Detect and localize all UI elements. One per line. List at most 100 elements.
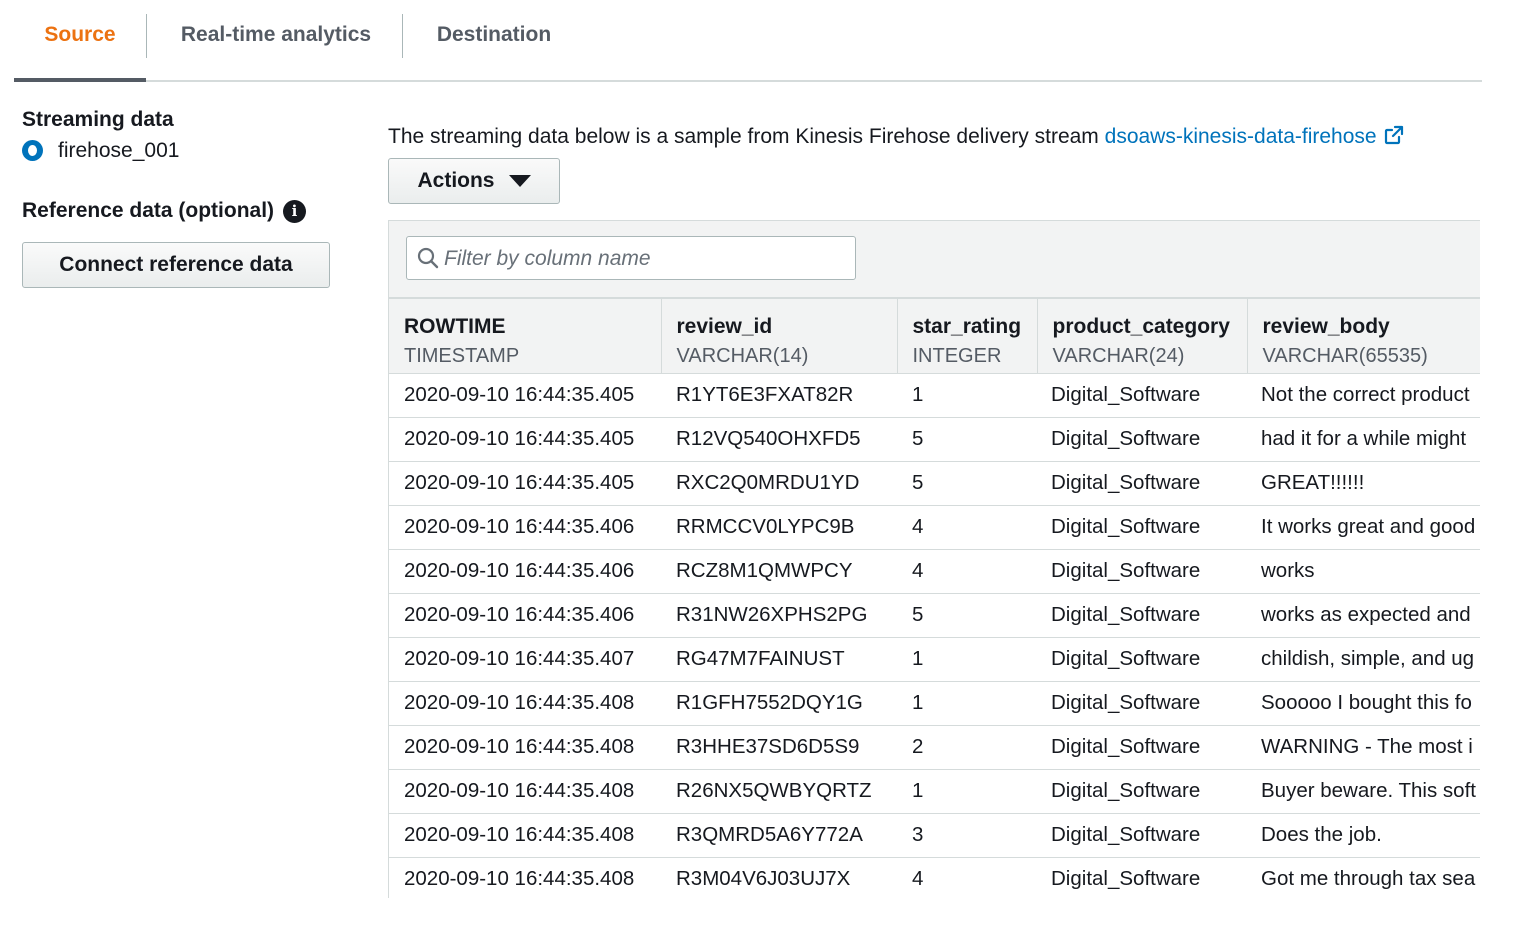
table-cell: Digital_Software: [1037, 637, 1247, 682]
stream-link[interactable]: dsoaws-kinesis-data-firehose: [1105, 125, 1405, 148]
stream-link-label[interactable]: dsoaws-kinesis-data-firehose: [1105, 125, 1377, 148]
column-name: review_id: [676, 315, 773, 338]
table-row[interactable]: 2020-09-10 16:44:35.408 R3M04V6J03UJ7X 4 Di…: [389, 857, 1480, 898]
table-cell: 2020-09-10 16:44:35.408: [389, 725, 661, 770]
table-row[interactable]: 2020-09-10 16:44:35.406 R31NW26XPHS2PG 5 Di…: [389, 593, 1480, 638]
table-cell: 2020-09-10 16:44:35.406: [389, 549, 661, 594]
table-cell: 1: [897, 637, 1037, 682]
table-cell: GREAT!!!!!!: [1247, 461, 1480, 506]
table-cell: 2020-09-10 16:44:35.405: [389, 417, 661, 462]
table-cell: RCZ8M1QMWPCY: [661, 549, 897, 594]
table-row[interactable]: 2020-09-10 16:44:35.408 R1GFH7552DQY1G 1 Di…: [389, 681, 1480, 726]
table-cell: 2020-09-10 16:44:35.405: [389, 373, 661, 418]
filter-input[interactable]: Filter by column name: [406, 236, 856, 280]
table-row[interactable]: 2020-09-10 16:44:35.407 RG47M7FAINUST 1 Dig…: [389, 637, 1480, 682]
column-type: TIMESTAMP: [404, 345, 520, 367]
table-cell: Digital_Software: [1037, 813, 1247, 858]
column-type: INTEGER: [912, 345, 1002, 367]
table-cell: RG47M7FAINUST: [661, 637, 897, 682]
actions-label: Actions: [417, 169, 495, 192]
table-cell: RRMCCV0LYPC9B: [661, 505, 897, 550]
tab-bar: Source Real-time analytics Destination: [14, 0, 1482, 82]
column-type: VARCHAR(14): [676, 345, 809, 367]
column-name: ROWTIME: [404, 315, 506, 338]
stream-description-text: The streaming data below is a sample fro…: [388, 125, 1099, 148]
filter-placeholder: Filter by column name: [444, 247, 651, 270]
table-row[interactable]: 2020-09-10 16:44:35.408 R3QMRD5A6Y772A 3 Di…: [389, 813, 1480, 858]
stream-radio-label[interactable]: firehose_001: [58, 139, 179, 163]
table-cell: Digital_Software: [1037, 593, 1247, 638]
table-row[interactable]: 2020-09-10 16:44:35.405 R12VQ540OHXFD5 5 Di…: [389, 417, 1480, 462]
column-header-review-id[interactable]: review_id VARCHAR(14): [661, 299, 898, 374]
table-header-row: ROWTIME TIMESTAMP review_id VARCHAR(14) star…: [389, 299, 1480, 374]
table-cell: Digital_Software: [1037, 769, 1247, 814]
table-cell: Digital_Software: [1037, 857, 1247, 898]
table-cell: 5: [897, 417, 1037, 462]
table-cell: R1GFH7552DQY1G: [661, 681, 897, 726]
table-cell: R3HHE37SD6D5S9: [661, 725, 897, 770]
column-header-rowtime[interactable]: ROWTIME TIMESTAMP: [389, 299, 662, 374]
table-row[interactable]: 2020-09-10 16:44:35.406 RCZ8M1QMWPCY 4 Digi…: [389, 549, 1480, 594]
column-type: VARCHAR(65535): [1262, 345, 1428, 367]
stream-radio-button[interactable]: [22, 140, 43, 161]
table-cell: RXC2Q0MRDU1YD: [661, 461, 897, 506]
table-cell: It works great and good: [1247, 505, 1480, 550]
table-cell: 2020-09-10 16:44:35.408: [389, 857, 661, 898]
column-name: star_rating: [912, 315, 1022, 338]
column-name: review_body: [1262, 315, 1390, 338]
info-icon[interactable]: i: [283, 200, 306, 223]
table-cell: Got me through tax sea: [1247, 857, 1480, 898]
column-name: product_category: [1052, 315, 1230, 338]
column-header-review-body[interactable]: review_body VARCHAR(65535): [1247, 299, 1480, 374]
table-row[interactable]: 2020-09-10 16:44:35.408 R26NX5QWBYQRTZ 1 Di…: [389, 769, 1480, 814]
table-row[interactable]: 2020-09-10 16:44:35.405 R1YT6E3FXAT82R 1 Di…: [389, 373, 1480, 418]
table-cell: R3M04V6J03UJ7X: [661, 857, 897, 898]
column-type: VARCHAR(24): [1052, 345, 1185, 367]
table-cell: Digital_Software: [1037, 681, 1247, 726]
reference-data-heading: Reference data (optional): [22, 199, 275, 222]
table-cell: Digital_Software: [1037, 725, 1247, 770]
column-header-product-category[interactable]: product_category VARCHAR(24): [1037, 299, 1248, 374]
table-cell: Digital_Software: [1037, 549, 1247, 594]
search-icon: [417, 247, 439, 269]
column-header-star-rating[interactable]: star_rating INTEGER: [897, 299, 1038, 374]
table-cell: Sooooo I bought this fo: [1247, 681, 1480, 726]
table-cell: WARNING - The most i: [1247, 725, 1480, 770]
tab-divider: [402, 14, 403, 58]
table-cell: works: [1247, 549, 1480, 594]
table-cell: 5: [897, 461, 1037, 506]
table-cell: R1YT6E3FXAT82R: [661, 373, 897, 418]
table-cell: 4: [897, 505, 1037, 550]
table-cell: Digital_Software: [1037, 505, 1247, 550]
table-cell: 4: [897, 857, 1037, 898]
table-cell: childish, simple, and ug: [1247, 637, 1480, 682]
stream-description: The streaming data below is a sample fro…: [388, 124, 1405, 149]
table-cell: R31NW26XPHS2PG: [661, 593, 897, 638]
table-cell: 2020-09-10 16:44:35.406: [389, 593, 661, 638]
table-row[interactable]: 2020-09-10 16:44:35.408 R3HHE37SD6D5S9 2 Di…: [389, 725, 1480, 770]
table-cell: 5: [897, 593, 1037, 638]
table-cell: Buyer beware. This soft: [1247, 769, 1480, 814]
table-cell: 2020-09-10 16:44:35.408: [389, 681, 661, 726]
table-cell: Digital_Software: [1037, 373, 1247, 418]
table-cell: 1: [897, 769, 1037, 814]
table-cell: 2020-09-10 16:44:35.408: [389, 813, 661, 858]
table-cell: 1: [897, 681, 1037, 726]
tab-source[interactable]: Source: [14, 0, 146, 82]
streaming-data-heading: Streaming data: [22, 108, 174, 131]
table-cell: 2: [897, 725, 1037, 770]
table-cell: had it for a while might: [1247, 417, 1480, 462]
table-row[interactable]: 2020-09-10 16:44:35.406 RRMCCV0LYPC9B 4 Dig…: [389, 505, 1480, 550]
table-cell: 2020-09-10 16:44:35.405: [389, 461, 661, 506]
table-cell: Digital_Software: [1037, 417, 1247, 462]
actions-dropdown-button[interactable]: Actions: [388, 158, 560, 204]
tab-divider: [146, 14, 147, 58]
tab-destination[interactable]: Destination: [406, 0, 582, 70]
table-row[interactable]: 2020-09-10 16:44:35.405 RXC2Q0MRDU1YD 5 Dig…: [389, 461, 1480, 506]
table-cell: 2020-09-10 16:44:35.407: [389, 637, 661, 682]
external-link-icon[interactable]: [1383, 124, 1405, 146]
table-cell: 1: [897, 373, 1037, 418]
sample-data-table: Filter by column name ROWTIME TIMESTAMP re…: [388, 220, 1480, 898]
tab-real-time-analytics[interactable]: Real-time analytics: [148, 0, 404, 70]
connect-reference-data-button[interactable]: Connect reference data: [22, 242, 330, 288]
